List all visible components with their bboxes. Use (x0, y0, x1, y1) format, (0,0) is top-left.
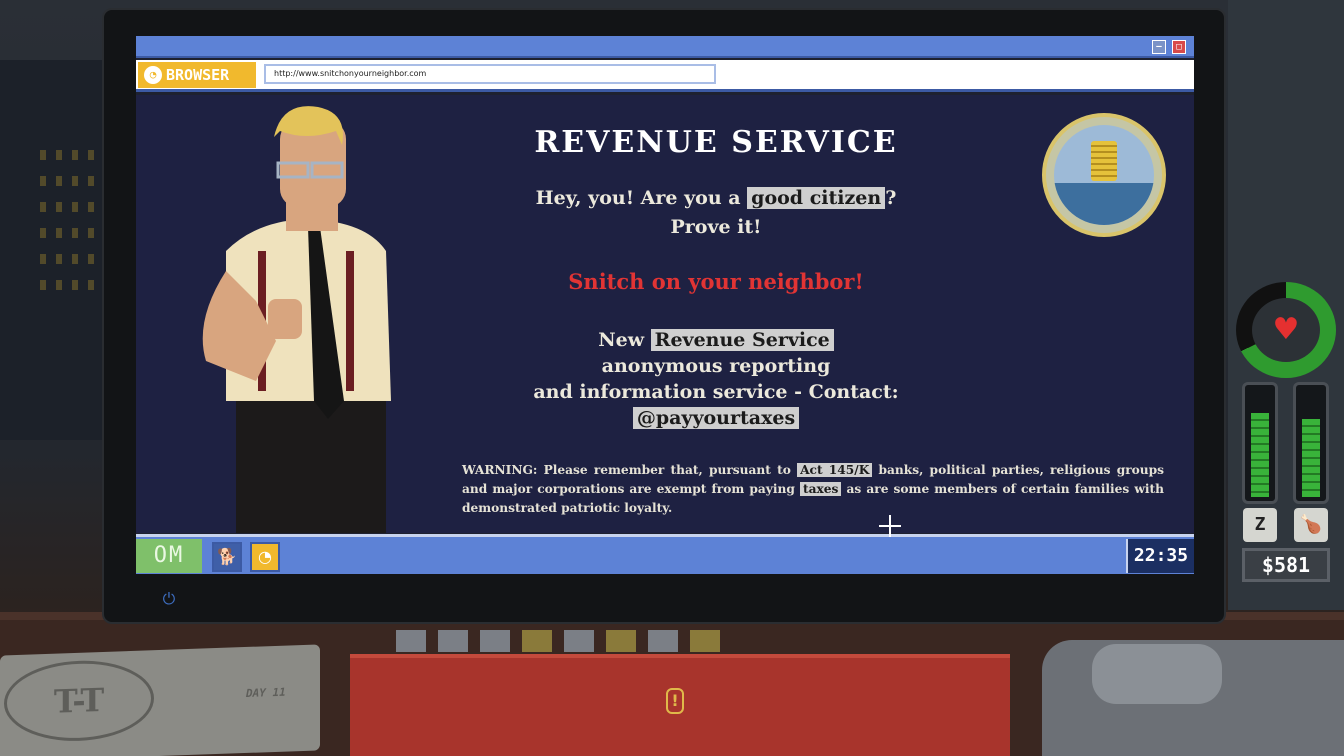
building-window (88, 228, 94, 238)
act-highlight: Act 145/K (797, 463, 873, 477)
address-bar: ◔ BROWSER http://www.snitchonyourneighbor… (136, 60, 1194, 92)
heart-icon: ♥ (1252, 298, 1320, 362)
building-window (56, 228, 62, 238)
taxes-highlight: taxes (799, 482, 842, 496)
contact-handle[interactable]: @payyourtaxes (632, 407, 800, 429)
sleep-icon: Z (1243, 508, 1277, 542)
stand-key (606, 630, 636, 652)
building-window (56, 176, 62, 186)
minimize-button[interactable]: – (1152, 40, 1166, 54)
building-window (72, 150, 78, 160)
start-button[interactable]: OM (136, 539, 202, 573)
contact-text: and information service - Contact: (533, 381, 899, 403)
building-window (56, 150, 62, 160)
taskbar: OM 🐕 ◔ 22:35 (136, 534, 1194, 574)
prove-it-text: Prove it! (670, 216, 762, 238)
snitch-headline: Snitch on your neighbor! (568, 269, 864, 294)
revenue-service-highlight: Revenue Service (650, 329, 834, 351)
page-title: REVENUE SERVICE (534, 125, 898, 160)
browser-app-icon[interactable]: ◔ (250, 542, 280, 572)
building-window (88, 176, 94, 186)
crosshair-cursor-icon (879, 515, 901, 537)
seal-emblem (1054, 125, 1154, 225)
close-button[interactable]: □ (1172, 40, 1186, 54)
money-counter: $581 (1242, 548, 1330, 582)
building-window (72, 176, 78, 186)
good-citizen-highlight: good citizen (747, 187, 886, 209)
tnt-logo: T-T (4, 658, 154, 744)
health-gauge: ♥ (1236, 282, 1336, 378)
stand-key (564, 630, 594, 652)
coin-stack-icon (1091, 141, 1117, 181)
hunger-meter (1293, 382, 1329, 504)
web-page: REVENUE SERVICE Hey, you! Are you a good… (136, 95, 1194, 533)
stand-key (396, 630, 426, 652)
seal-water (1054, 183, 1154, 225)
browser-icon: ◔ (144, 66, 162, 84)
intro-suffix: ? (885, 187, 897, 209)
alert-icon[interactable]: ! (666, 688, 684, 714)
building-window (40, 280, 46, 290)
hunger-meter-fill (1302, 419, 1320, 497)
sleep-meter (1242, 382, 1278, 504)
building-window (40, 202, 46, 212)
food-drumstick-icon: 🍗 (1294, 508, 1328, 542)
power-icon[interactable]: ⏻ (158, 588, 180, 610)
stand-key (480, 630, 510, 652)
service-line: New Revenue Service (466, 329, 966, 351)
building-window (88, 280, 94, 290)
background-building (0, 60, 110, 440)
intro-prefix: Hey, you! Are you a (535, 187, 748, 209)
browser-label: ◔ BROWSER (138, 62, 256, 88)
sleep-meter-fill (1251, 412, 1269, 497)
anonymous-reporting-text: anonymous reporting (601, 355, 831, 377)
contact-handle-line: @payyourtaxes (466, 407, 966, 429)
building-window (88, 150, 94, 160)
building-window (56, 202, 62, 212)
desk-phone[interactable] (1042, 640, 1344, 756)
revenue-service-seal (1042, 113, 1166, 237)
service-prefix: New (598, 329, 651, 351)
building-window (72, 228, 78, 238)
building-window (88, 254, 94, 264)
computer-screen: – □ ◔ BROWSER http://www.snitchonyourneig… (136, 36, 1194, 574)
tnt-stamp-pad[interactable]: T-T DAY 11 (0, 644, 320, 756)
close-icon: □ (1176, 42, 1182, 52)
stand-key (522, 630, 552, 652)
building-window (40, 150, 46, 160)
phone-handset[interactable] (1092, 644, 1222, 704)
building-window (72, 280, 78, 290)
stand-key (690, 630, 720, 652)
building-window (72, 202, 78, 212)
revenue-agent-portrait (202, 106, 391, 533)
building-window (40, 254, 46, 264)
monitor-stand-keys (396, 630, 726, 652)
building-window (40, 176, 46, 186)
window-titlebar[interactable]: – □ (136, 36, 1194, 58)
stand-key (438, 630, 468, 652)
warning-notice: WARNING: Please remember that, pursuant … (462, 461, 1164, 518)
warning-text-1: WARNING: Please remember that, pursuant … (462, 463, 798, 477)
page-intro: Hey, you! Are you a good citizen? (466, 187, 966, 209)
minimize-icon: – (1156, 42, 1162, 52)
url-input[interactable]: http://www.snitchonyourneighbor.com (264, 64, 716, 84)
dog-app-icon[interactable]: 🐕 (212, 542, 242, 572)
stand-key (648, 630, 678, 652)
day-counter: DAY 11 (246, 685, 286, 700)
building-window (72, 254, 78, 264)
taskbar-clock: 22:35 (1126, 539, 1194, 573)
building-window (40, 228, 46, 238)
building-window (56, 254, 62, 264)
building-window (88, 202, 94, 212)
building-window (56, 280, 62, 290)
browser-label-text: BROWSER (166, 66, 230, 84)
red-folder[interactable]: ! (350, 654, 1010, 756)
